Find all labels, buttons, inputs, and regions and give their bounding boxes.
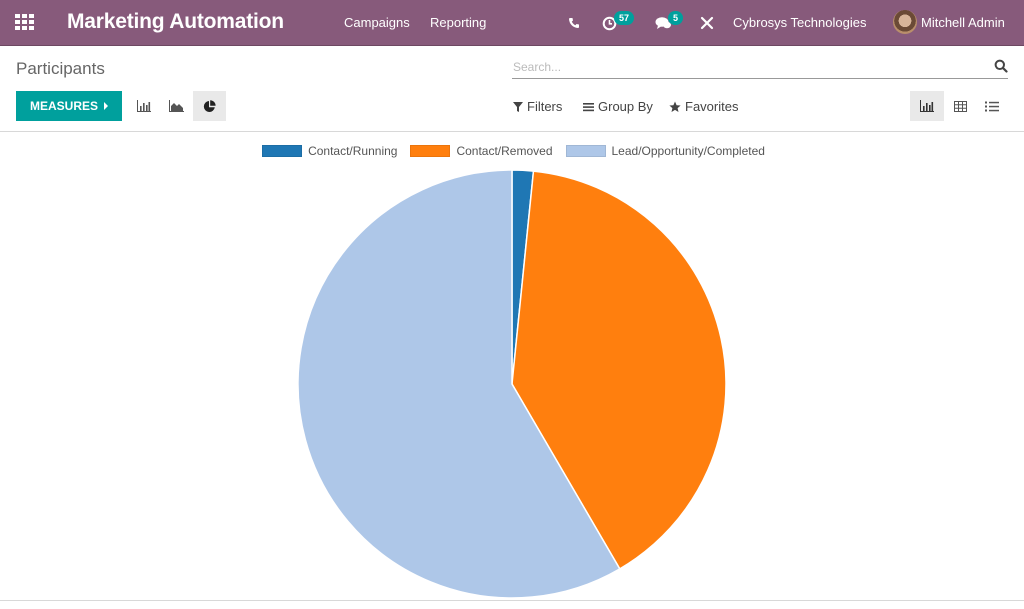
favorites-label: Favorites <box>685 99 739 114</box>
bars-icon <box>583 102 594 111</box>
pie-chart-mode-button[interactable] <box>193 91 226 121</box>
top-navbar: Marketing Automation Campaigns Reporting… <box>0 0 1024 46</box>
pivot-view-button[interactable] <box>943 91 977 121</box>
pie-chart-icon <box>203 99 216 112</box>
list-icon <box>985 101 999 111</box>
search-bar <box>512 56 1008 79</box>
user-menu[interactable]: Mitchell Admin <box>921 15 1005 30</box>
activity-count-badge: 57 <box>614 11 635 25</box>
list-view-button[interactable] <box>975 91 1009 121</box>
group-by-dropdown[interactable]: Group By <box>583 99 653 114</box>
filters-dropdown[interactable]: Filters <box>513 99 562 114</box>
graph-view-button[interactable] <box>910 91 944 121</box>
search-input[interactable] <box>513 58 983 76</box>
caret-right-icon <box>104 102 108 110</box>
filters-label: Filters <box>527 99 563 114</box>
debug-tools-icon[interactable] <box>700 13 714 33</box>
phone-icon[interactable] <box>568 13 580 33</box>
table-grid-icon <box>953 100 967 112</box>
user-avatar[interactable] <box>893 10 917 34</box>
message-count-badge: 5 <box>668 11 684 25</box>
filter-icon <box>513 101 523 112</box>
bottom-divider <box>0 600 1024 601</box>
area-chart-icon <box>169 100 184 112</box>
search-icon[interactable] <box>994 59 1008 73</box>
menu-campaigns[interactable]: Campaigns <box>344 15 410 30</box>
pie-chart <box>297 169 727 599</box>
group-by-label: Group By <box>598 99 653 114</box>
bar-chart-icon <box>920 100 934 112</box>
company-switcher[interactable]: Cybrosys Technologies <box>733 15 866 30</box>
measures-label: MEASURES <box>29 99 98 113</box>
menu-reporting[interactable]: Reporting <box>430 15 486 30</box>
measures-button[interactable]: MEASURES <box>16 91 122 121</box>
apps-grid-icon[interactable] <box>15 14 35 32</box>
app-title[interactable]: Marketing Automation <box>67 10 284 34</box>
page-title: Participants <box>16 59 105 78</box>
favorites-dropdown[interactable]: Favorites <box>669 99 738 114</box>
line-chart-mode-button[interactable] <box>160 91 193 121</box>
bar-chart-icon <box>136 100 151 112</box>
star-icon <box>669 101 681 112</box>
bar-chart-mode-button[interactable] <box>127 91 160 121</box>
